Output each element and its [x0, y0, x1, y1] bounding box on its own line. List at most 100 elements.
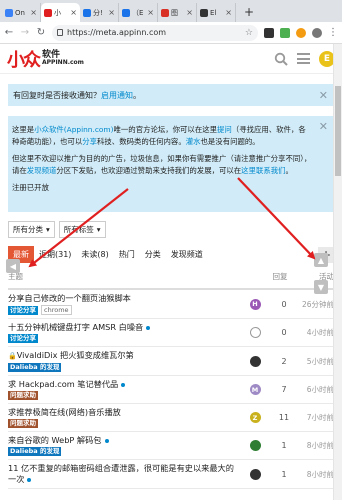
- category-badge[interactable]: Dalieba 的发现: [8, 363, 62, 372]
- browser-tab[interactable]: El ×: [197, 3, 236, 22]
- tab-close-icon[interactable]: ×: [70, 8, 77, 17]
- topic-row[interactable]: 求 Hackpad.com 笔记替代品 问题求助 M 7 6小时前: [8, 376, 334, 404]
- category-badge[interactable]: 问题求助: [8, 391, 38, 400]
- poster-avatar[interactable]: [249, 355, 261, 367]
- topic-title[interactable]: VivaldiDix 把火狐变成维瓦尔第: [17, 350, 134, 360]
- profile-icon[interactable]: [312, 27, 322, 38]
- search-icon[interactable]: [274, 52, 288, 66]
- header-topic[interactable]: 主题: [8, 271, 262, 282]
- browser-tab[interactable]: 分! ×: [80, 3, 119, 22]
- topic-activity[interactable]: 8小时前: [298, 440, 334, 451]
- ask-link[interactable]: 提问: [217, 125, 232, 134]
- forward-icon[interactable]: →: [20, 27, 30, 38]
- logo-mark[interactable]: 小众: [7, 46, 41, 72]
- topic-activity[interactable]: 6小时前: [298, 384, 334, 395]
- logo-text[interactable]: 软件 APPINN.com: [42, 51, 84, 66]
- nav-tab[interactable]: 发现频道: [166, 246, 208, 263]
- topic-table-header: 主题 回复 活动: [8, 272, 334, 290]
- topic-row[interactable]: 🔒VivaldiDix 把火狐变成维瓦尔第 Dalieba 的发现 2 5小时前: [8, 347, 334, 376]
- hamburger-menu-icon[interactable]: [297, 53, 310, 64]
- tag-badge[interactable]: chrome: [41, 305, 72, 315]
- topic-main: 求推荐极简在线(网络)音乐播放 问题求助: [8, 407, 240, 428]
- extension-icon-3[interactable]: [296, 27, 306, 38]
- lock-icon: [57, 29, 63, 36]
- browser-tab[interactable]: On ×: [2, 3, 41, 22]
- header-replies[interactable]: 回复: [262, 271, 298, 282]
- topic-activity[interactable]: 7小时前: [298, 412, 334, 423]
- browser-tab[interactable]: 图 ×: [158, 3, 197, 22]
- topic-main: 11 亿不重复的邮箱密码组合遭泄露，很可能是有史以来最大的一次: [8, 463, 240, 485]
- poster-avatar-cell: [240, 440, 270, 451]
- tab-close-icon[interactable]: ×: [108, 8, 115, 17]
- reload-icon[interactable]: ↻: [36, 27, 46, 38]
- close-icon[interactable]: ✕: [319, 89, 328, 102]
- scroll-left-button[interactable]: ◀: [6, 259, 20, 273]
- topic-title-container: 求推荐极简在线(网络)音乐播放: [8, 407, 240, 418]
- category-badge[interactable]: 讨论分享: [8, 334, 38, 343]
- welcome-banner: ✕ 这里是小众软件(Appinn.com)唯一的官方论坛，你可以在这里提问（寻找…: [8, 116, 334, 212]
- appinn-link[interactable]: 小众软件(Appinn.com): [34, 125, 113, 134]
- nav-tab[interactable]: 未读(8): [76, 246, 113, 263]
- close-icon[interactable]: ✕: [319, 121, 328, 133]
- browser-menu-icon[interactable]: ⋮: [328, 27, 338, 38]
- tags-dropdown[interactable]: 所有标签 ▾: [58, 221, 106, 238]
- tab-close-icon[interactable]: ×: [147, 8, 154, 17]
- topic-activity[interactable]: 8小时前: [298, 469, 334, 480]
- browser-tab[interactable]: （E ×: [119, 3, 158, 22]
- category-badge[interactable]: Dalieba 的发现: [8, 447, 62, 456]
- topic-replies: 11: [278, 413, 290, 422]
- tab-favicon: [44, 8, 52, 17]
- filter-bar: 所有分类 ▾ 所有标签 ▾: [8, 221, 334, 238]
- enable-notification-link[interactable]: 启用通知: [101, 90, 133, 101]
- extension-icon-2[interactable]: [280, 27, 290, 38]
- lock-icon: 🔒: [8, 352, 17, 360]
- category-badge[interactable]: 讨论分享: [8, 305, 38, 315]
- page-scrollbar[interactable]: [333, 44, 342, 500]
- water-link[interactable]: 灌水: [186, 137, 201, 146]
- scroll-down-button[interactable]: ▼: [314, 280, 328, 294]
- back-icon[interactable]: ←: [4, 27, 14, 38]
- contact-us-link[interactable]: 这里联系我们: [241, 166, 285, 175]
- tab-close-icon[interactable]: ×: [186, 8, 193, 17]
- tab-close-icon[interactable]: ×: [30, 8, 37, 17]
- poster-avatar[interactable]: [249, 440, 261, 451]
- poster-avatar[interactable]: H: [249, 298, 261, 310]
- topic-row[interactable]: 来自谷歌的 WebP 解码包 Dalieba 的发现 1 8小时前: [8, 432, 334, 460]
- tags-dropdown-label: 所有标签: [63, 225, 94, 234]
- topic-row[interactable]: 11 亿不重复的邮箱密码组合遭泄露，很可能是有史以来最大的一次 1 8小时前: [8, 460, 334, 489]
- discovery-channel-link[interactable]: 发现频道: [27, 166, 57, 175]
- topic-row[interactable]: 十五分钟机械键盘打字 AMSR 白噪音 讨论分享 0 4小时前: [8, 319, 334, 347]
- scroll-up-button[interactable]: ▲: [314, 253, 328, 267]
- topic-title[interactable]: 求 Hackpad.com 笔记替代品: [8, 379, 118, 389]
- topic-meta: 问题求助: [8, 391, 240, 400]
- bookmark-star-icon[interactable]: ☆: [245, 28, 253, 38]
- topic-row[interactable]: 分享自己修改的一个翻页油猴脚本 讨论分享 chrome H 0 26分钟前: [8, 290, 334, 319]
- category-dropdown[interactable]: 所有分类 ▾: [8, 221, 55, 238]
- topic-activity[interactable]: 5小时前: [298, 356, 334, 367]
- topic-row[interactable]: 求推荐极简在线(网络)音乐播放 问题求助 Z 11 7小时前: [8, 404, 334, 432]
- poster-avatar[interactable]: M: [249, 384, 261, 395]
- scrollbar-thumb[interactable]: [335, 86, 341, 176]
- topic-meta: 问题求助: [8, 419, 240, 428]
- browser-tab[interactable]: 小 ×: [41, 3, 80, 22]
- extension-icon-1[interactable]: [264, 27, 274, 38]
- topic-title[interactable]: 十五分钟机械键盘打字 AMSR 白噪音: [8, 322, 143, 332]
- topic-title[interactable]: 11 亿不重复的邮箱密码组合遭泄露，很可能是有史以来最大的一次: [8, 463, 234, 484]
- topic-title[interactable]: 求推荐极简在线(网络)音乐播放: [8, 407, 121, 417]
- nav-tab[interactable]: 热门: [114, 246, 140, 263]
- share-link[interactable]: 分享: [82, 137, 97, 146]
- poster-avatar[interactable]: Z: [249, 412, 261, 423]
- topic-activity[interactable]: 26分钟前: [298, 299, 334, 310]
- category-badge[interactable]: 问题求助: [8, 419, 38, 428]
- unread-dot: [104, 438, 109, 443]
- poster-avatar[interactable]: [249, 468, 261, 480]
- nav-tab[interactable]: 近期(31): [34, 246, 76, 263]
- nav-tab[interactable]: 分类: [140, 246, 166, 263]
- poster-avatar[interactable]: [249, 327, 261, 338]
- topic-title[interactable]: 来自谷歌的 WebP 解码包: [8, 435, 102, 445]
- url-input[interactable]: https://meta.appinn.com ☆: [52, 24, 258, 41]
- new-tab-button[interactable]: +: [242, 5, 256, 19]
- tab-close-icon[interactable]: ×: [225, 8, 232, 17]
- topic-title[interactable]: 分享自己修改的一个翻页油猴脚本: [8, 293, 131, 303]
- topic-activity[interactable]: 4小时前: [298, 327, 334, 338]
